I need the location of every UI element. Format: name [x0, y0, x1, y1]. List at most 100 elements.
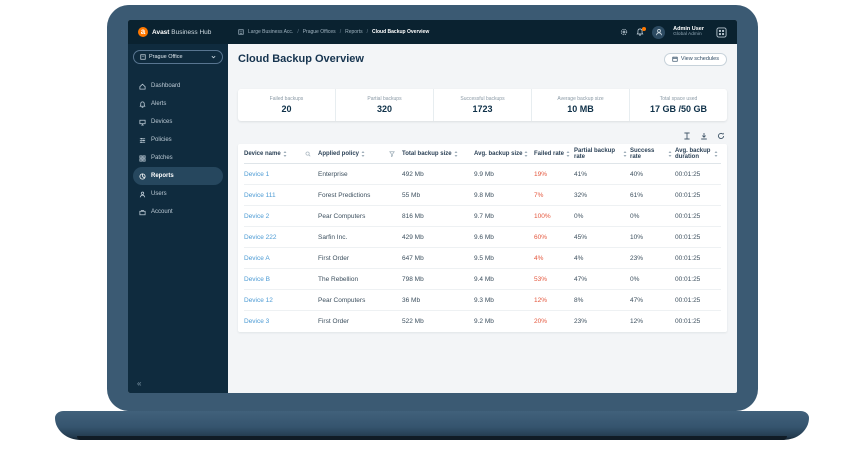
failed-rate-cell: 4%	[534, 255, 574, 262]
success-rate-cell: 40%	[630, 171, 675, 178]
duration-cell: 00:01:25	[675, 276, 721, 283]
avast-logo-icon: a	[138, 27, 148, 37]
column-header-total-backup-size[interactable]: Total backup size	[402, 151, 474, 157]
success-rate-cell: 47%	[630, 297, 675, 304]
search-icon[interactable]	[305, 151, 311, 157]
column-header-applied-policy[interactable]: Applied policy	[318, 151, 402, 157]
person-icon	[139, 191, 146, 198]
policy-cell: Pear Computers	[318, 297, 402, 304]
sort-icon[interactable]	[623, 151, 627, 157]
table-row: Device 222 Sarfin Inc. 429 Mb 9.6 Mb 60%…	[244, 227, 721, 248]
success-rate-cell: 0%	[630, 276, 675, 283]
avg-size-cell: 9.4 Mb	[474, 276, 534, 283]
stat-value: 320	[377, 104, 392, 114]
column-header-success-rate[interactable]: Success rate	[630, 148, 675, 160]
settings-gear-icon[interactable]	[620, 28, 628, 36]
duration-cell: 00:01:25	[675, 192, 721, 199]
avg-size-cell: 9.8 Mb	[474, 192, 534, 199]
policy-cell: First Order	[318, 318, 402, 325]
sort-icon[interactable]	[454, 151, 458, 157]
sort-icon[interactable]	[668, 151, 672, 157]
apps-grid-icon[interactable]	[716, 27, 727, 38]
stat-value: 20	[281, 104, 291, 114]
breadcrumb-item[interactable]: Large Business Acc.	[248, 29, 293, 35]
total-size-cell: 55 Mb	[402, 192, 474, 199]
page-title: Cloud Backup Overview	[238, 53, 364, 65]
device-link[interactable]: Device 111	[244, 192, 318, 199]
breadcrumb-separator: /	[297, 29, 298, 35]
column-header-avg-backup-size[interactable]: Avg. backup size	[474, 151, 534, 157]
stat-average-backup-size: Average backup size 10 MB	[532, 89, 630, 121]
column-header-avg-backup-duration[interactable]: Avg. backup duration	[675, 148, 721, 160]
sidebar-item-policies[interactable]: Policies	[133, 131, 223, 149]
device-link[interactable]: Device 1	[244, 171, 318, 178]
sidebar: Prague Office Dashboard Alerts	[128, 44, 228, 393]
monitor-icon	[139, 119, 146, 126]
policy-cell: Enterprise	[318, 171, 402, 178]
sidebar-item-label: Patches	[151, 155, 173, 161]
download-icon[interactable]	[700, 132, 708, 140]
sidebar-item-account[interactable]: Account	[133, 203, 223, 221]
avast-logo[interactable]: a Avast Business Hub	[138, 27, 228, 37]
breadcrumb-item[interactable]: Prague Offices	[303, 29, 336, 35]
partial-rate-cell: 23%	[574, 318, 630, 325]
main-content: Cloud Backup Overview View schedules Fai…	[228, 44, 737, 393]
avatar[interactable]	[652, 26, 665, 39]
device-link[interactable]: Device 222	[244, 234, 318, 241]
sidebar-item-patches[interactable]: Patches	[133, 149, 223, 167]
sidebar-item-reports[interactable]: Reports	[133, 167, 223, 185]
total-size-cell: 522 Mb	[402, 318, 474, 325]
chevron-down-icon	[211, 55, 216, 59]
device-link[interactable]: Device 12	[244, 297, 318, 304]
sidebar-item-users[interactable]: Users	[133, 185, 223, 203]
failed-rate-cell: 53%	[534, 276, 574, 283]
sort-icon[interactable]	[524, 151, 528, 157]
bell-icon	[139, 101, 146, 108]
sidebar-item-devices[interactable]: Devices	[133, 113, 223, 131]
stat-label: Successful backups	[460, 96, 504, 102]
column-header-device-name[interactable]: Device name	[244, 151, 318, 157]
table-row: Device 111 Forest Predictions 55 Mb 9.8 …	[244, 185, 721, 206]
stat-value: 10 MB	[567, 104, 594, 114]
building-icon	[238, 29, 244, 35]
table-row: Device 1 Enterprise 492 Mb 9.9 Mb 19% 41…	[244, 164, 721, 185]
policy-cell: The Rebellion	[318, 276, 402, 283]
device-link[interactable]: Device 2	[244, 213, 318, 220]
notification-badge	[642, 27, 646, 31]
avg-size-cell: 9.6 Mb	[474, 234, 534, 241]
device-link[interactable]: Device A	[244, 255, 318, 262]
top-bar: a Avast Business Hub Large Business Acc.…	[128, 20, 737, 44]
column-header-failed-rate[interactable]: Failed rate	[534, 151, 574, 157]
breadcrumb-item[interactable]: Reports	[345, 29, 363, 35]
total-size-cell: 798 Mb	[402, 276, 474, 283]
duration-cell: 00:01:25	[675, 213, 721, 220]
sort-icon[interactable]	[283, 151, 287, 157]
columns-icon[interactable]	[683, 132, 691, 140]
device-link[interactable]: Device B	[244, 276, 318, 283]
failed-rate-cell: 60%	[534, 234, 574, 241]
refresh-icon[interactable]	[717, 132, 725, 140]
avg-size-cell: 9.9 Mb	[474, 171, 534, 178]
sidebar-item-label: Policies	[151, 137, 172, 143]
sidebar-item-label: Devices	[151, 119, 172, 125]
sort-icon[interactable]	[714, 151, 718, 157]
filter-funnel-icon[interactable]	[389, 151, 395, 157]
reports-pie-icon	[139, 173, 146, 180]
avg-size-cell: 9.3 Mb	[474, 297, 534, 304]
sidebar-collapse-button[interactable]: «	[137, 379, 141, 388]
stat-label: Total space used	[660, 96, 698, 102]
device-link[interactable]: Device 3	[244, 318, 318, 325]
sidebar-item-alerts[interactable]: Alerts	[133, 95, 223, 113]
stat-failed-backups: Failed backups 20	[238, 89, 336, 121]
sidebar-item-dashboard[interactable]: Dashboard	[133, 77, 223, 95]
notifications-bell-icon[interactable]	[636, 28, 644, 36]
org-selector-dropdown[interactable]: Prague Office	[133, 50, 223, 64]
sort-icon[interactable]	[361, 151, 365, 157]
sort-icon[interactable]	[566, 151, 570, 157]
stat-partial-backups: Partial backups 320	[336, 89, 434, 121]
breadcrumb: Large Business Acc. / Prague Offices / R…	[238, 29, 429, 35]
user-info[interactable]: Admin User Global Admin	[673, 26, 704, 38]
view-schedules-button[interactable]: View schedules	[664, 53, 727, 66]
column-header-partial-backup-rate[interactable]: Partial backup rate	[574, 148, 630, 160]
laptop-mockup: a Avast Business Hub Large Business Acc.…	[0, 0, 864, 455]
